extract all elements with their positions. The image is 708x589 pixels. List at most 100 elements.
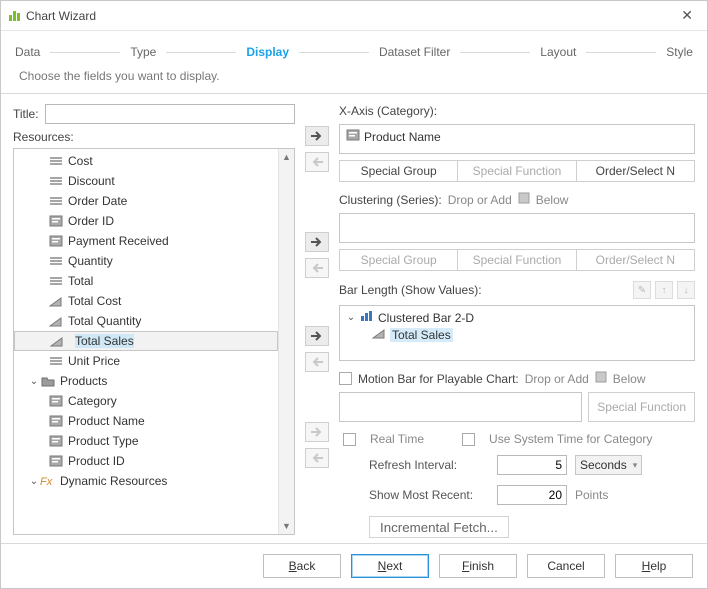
arrow-right-icon <box>310 427 324 437</box>
motion-dropzone[interactable] <box>339 392 582 422</box>
help-button[interactable]: Help <box>615 554 693 578</box>
tree-item[interactable]: Total <box>14 271 278 291</box>
clustering-dropzone[interactable] <box>339 213 695 243</box>
add-to-clustering-button[interactable] <box>305 232 329 252</box>
clustering-special-group-button[interactable]: Special Group <box>339 249 458 271</box>
tree-item[interactable]: Total Quantity <box>14 311 278 331</box>
tree-item[interactable]: Total Cost <box>14 291 278 311</box>
tree-item[interactable]: Order ID <box>14 211 278 231</box>
chart-wizard-window: Chart Wizard ✕ Data Type Display Dataset… <box>0 0 708 589</box>
cancel-button[interactable]: Cancel <box>527 554 605 578</box>
finish-button[interactable]: Finish <box>439 554 517 578</box>
add-to-barlength-button[interactable] <box>305 326 329 346</box>
clustering-special-function-button[interactable]: Special Function <box>458 249 576 271</box>
tree-item[interactable]: Total Sales <box>14 331 278 351</box>
left-column: Title: Resources: CostDiscountOrder Date… <box>13 104 295 535</box>
remove-from-motion-button[interactable] <box>305 448 329 468</box>
tree-item[interactable]: Discount <box>14 171 278 191</box>
svg-text:Fx: Fx <box>40 476 53 487</box>
title-input[interactable] <box>45 104 295 124</box>
tree-item[interactable]: Quantity <box>14 251 278 271</box>
barlength-dropzone[interactable]: ⌄ Clustered Bar 2-D Total Sales <box>339 305 695 361</box>
wedge-icon <box>48 314 64 328</box>
resources-tree-scroll[interactable]: CostDiscount Order Date Order ID Payment Re… <box>14 149 278 534</box>
refresh-interval-input[interactable] <box>497 455 567 475</box>
show-most-recent-label: Show Most Recent: <box>369 488 489 502</box>
tree-item[interactable]: Category <box>14 391 278 411</box>
realtime-checkbox[interactable] <box>343 433 356 446</box>
db-icon <box>595 371 607 386</box>
tree-item[interactable]: Order Date <box>14 191 278 211</box>
system-time-checkbox[interactable] <box>462 433 475 446</box>
move-up-icon[interactable]: ↑ <box>655 281 673 299</box>
tree-item[interactable]: ⌄ Products <box>14 371 278 391</box>
window-title: Chart Wizard <box>26 9 96 23</box>
barlength-label: Bar Length (Show Values): <box>339 283 482 297</box>
barlength-group-label: Clustered Bar 2-D <box>378 311 474 325</box>
clustering-hint-2: Below <box>536 193 569 207</box>
tree-item[interactable]: Product Name <box>14 411 278 431</box>
tree-item[interactable]: Product Type <box>14 431 278 451</box>
txt-icon <box>48 434 64 448</box>
tree-item-label: Order Date <box>68 194 127 208</box>
xaxis-special-group-button[interactable]: Special Group <box>339 160 458 182</box>
recent-row: Show Most Recent: Points <box>369 485 695 505</box>
step-type[interactable]: Type <box>130 45 156 59</box>
edit-icon[interactable]: ✎ <box>633 281 651 299</box>
expander-icon[interactable]: ⌄ <box>28 376 40 387</box>
xaxis-dropzone[interactable]: Product Name <box>339 124 695 154</box>
scroll-down-icon[interactable]: ▼ <box>279 518 294 534</box>
incremental-fetch-button[interactable]: Incremental Fetch... <box>369 516 509 538</box>
tree-item-label: Category <box>68 394 117 408</box>
clustering-label-row: Clustering (Series): Drop or Add Below <box>339 192 695 207</box>
next-button[interactable]: Next <box>351 554 429 578</box>
move-down-icon[interactable]: ↓ <box>677 281 695 299</box>
xaxis-order-select-button[interactable]: Order/Select N <box>577 160 695 182</box>
xaxis-item-label: Product Name <box>364 130 441 144</box>
tree-item[interactable]: Payment Received <box>14 231 278 251</box>
text-field-icon <box>346 129 360 144</box>
remove-from-xaxis-button[interactable] <box>305 152 329 172</box>
arrow-right-icon <box>310 237 324 247</box>
wizard-footer: Back Next Finish Cancel Help <box>1 543 707 588</box>
wizard-body: Title: Resources: CostDiscountOrder Date… <box>1 104 707 543</box>
motion-hint-1: Drop or Add <box>525 372 589 386</box>
scroll-up-icon[interactable]: ▲ <box>279 149 294 165</box>
xaxis-special-function-button[interactable]: Special Function <box>458 160 576 182</box>
step-style[interactable]: Style <box>666 45 693 59</box>
tree-item-label: Order ID <box>68 214 114 228</box>
add-to-motion-button[interactable] <box>305 422 329 442</box>
recent-unit-label: Points <box>575 488 608 502</box>
barlength-group[interactable]: ⌄ Clustered Bar 2-D <box>346 310 688 325</box>
tree-item-label: Product Type <box>68 434 139 448</box>
remove-from-barlength-button[interactable] <box>305 352 329 372</box>
expander-icon[interactable]: ⌄ <box>346 312 356 323</box>
step-data[interactable]: Data <box>15 45 40 59</box>
num-icon <box>48 154 64 168</box>
barlength-item[interactable]: Total Sales <box>346 327 688 342</box>
expander-icon[interactable]: ⌄ <box>28 476 40 487</box>
tree-item-label: Products <box>60 374 107 388</box>
tree-item-label: Product ID <box>68 454 125 468</box>
step-dataset-filter[interactable]: Dataset Filter <box>379 45 450 59</box>
show-most-recent-input[interactable] <box>497 485 567 505</box>
refresh-unit-select[interactable]: Seconds ▾ <box>575 455 642 475</box>
motion-label-row: Motion Bar for Playable Chart: Drop or A… <box>339 371 695 386</box>
resources-scrollbar[interactable]: ▲ ▼ <box>278 149 294 534</box>
step-display[interactable]: Display <box>246 45 289 59</box>
tree-item[interactable]: Product ID <box>14 451 278 471</box>
xaxis-buttons: Special Group Special Function Order/Sel… <box>339 160 695 182</box>
motion-checkbox[interactable] <box>339 372 352 385</box>
xaxis-item[interactable]: Product Name <box>346 129 688 144</box>
tree-item[interactable]: ⌄FxDynamic Resources <box>14 471 278 491</box>
step-layout[interactable]: Layout <box>540 45 576 59</box>
add-to-xaxis-button[interactable] <box>305 126 329 146</box>
close-button[interactable]: ✕ <box>675 5 699 26</box>
tree-item[interactable]: Unit Price <box>14 351 278 371</box>
remove-from-clustering-button[interactable] <box>305 258 329 278</box>
back-button[interactable]: Back <box>263 554 341 578</box>
tree-item[interactable]: Cost <box>14 151 278 171</box>
motion-special-function-button[interactable]: Special Function <box>588 392 695 422</box>
tree-item-label: Total Cost <box>68 294 121 308</box>
clustering-order-select-button[interactable]: Order/Select N <box>577 249 695 271</box>
